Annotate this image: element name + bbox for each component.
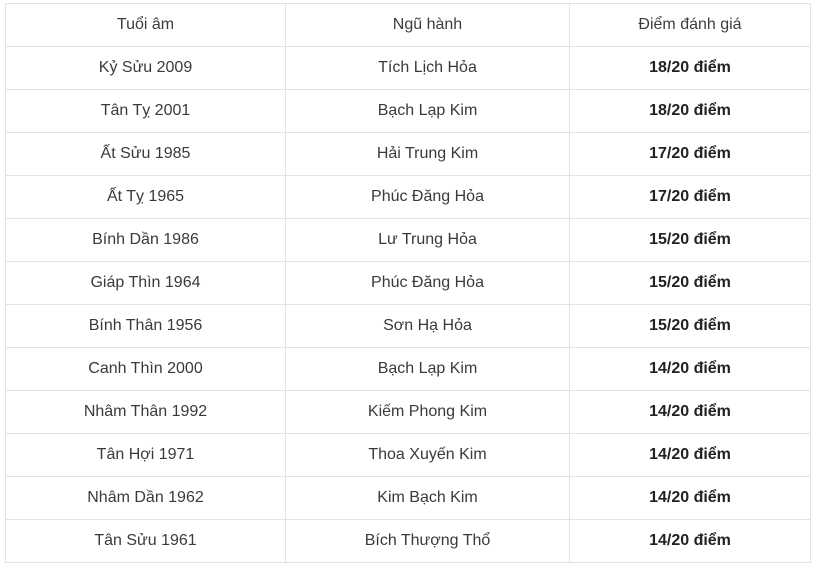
cell-score: 17/20 điểm [569,132,811,176]
cell-score: 15/20 điểm [569,218,811,262]
cell-five-elements: Kiếm Phong Kim [285,390,570,434]
cell-lunar-age: Bính Dần 1986 [5,218,286,262]
cell-lunar-age: Nhâm Dần 1962 [5,476,286,520]
table-body: Kỷ Sửu 2009 Tích Lịch Hỏa 18/20 điểm Tân Tỵ… [5,46,811,563]
cell-score: 15/20 điểm [569,304,811,348]
cell-score: 14/20 điểm [569,476,811,520]
cell-score: 17/20 điểm [569,175,811,219]
header-score: Điểm đánh giá [569,3,811,47]
table-row: Tân Hợi 1971 Thoa Xuyến Kim 14/20 điểm [5,433,811,477]
header-lunar-age: Tuổi âm [5,3,286,47]
cell-lunar-age: Giáp Thìn 1964 [5,261,286,305]
table-row: Kỷ Sửu 2009 Tích Lịch Hỏa 18/20 điểm [5,46,811,90]
cell-lunar-age: Tân Tỵ 2001 [5,89,286,133]
cell-five-elements: Bạch Lạp Kim [285,347,570,391]
cell-lunar-age: Ất Sửu 1985 [5,132,286,176]
cell-five-elements: Tích Lịch Hỏa [285,46,570,90]
table-row: Nhâm Dần 1962 Kim Bạch Kim 14/20 điểm [5,476,811,520]
table-row: Canh Thìn 2000 Bạch Lạp Kim 14/20 điểm [5,347,811,391]
cell-five-elements: Bích Thượng Thổ [285,519,570,563]
cell-five-elements: Phúc Đăng Hỏa [285,261,570,305]
cell-lunar-age: Tân Hợi 1971 [5,433,286,477]
table-container: Tuổi âm Ngũ hành Điểm đánh giá Kỷ Sửu 20… [5,3,811,563]
cell-five-elements: Bạch Lạp Kim [285,89,570,133]
cell-score: 15/20 điểm [569,261,811,305]
cell-score: 18/20 điểm [569,46,811,90]
cell-lunar-age: Bính Thân 1956 [5,304,286,348]
cell-score: 14/20 điểm [569,347,811,391]
cell-five-elements: Sơn Hạ Hỏa [285,304,570,348]
cell-five-elements: Kim Bạch Kim [285,476,570,520]
table-row: Bính Dần 1986 Lư Trung Hỏa 15/20 điểm [5,218,811,262]
cell-five-elements: Thoa Xuyến Kim [285,433,570,477]
cell-score: 18/20 điểm [569,89,811,133]
table-row: Tân Sửu 1961 Bích Thượng Thổ 14/20 điểm [5,519,811,563]
table-row: Ất Tỵ 1965 Phúc Đăng Hỏa 17/20 điểm [5,175,811,219]
table-row: Ất Sửu 1985 Hải Trung Kim 17/20 điểm [5,132,811,176]
table-row: Giáp Thìn 1964 Phúc Đăng Hỏa 15/20 điểm [5,261,811,305]
cell-five-elements: Phúc Đăng Hỏa [285,175,570,219]
cell-score: 14/20 điểm [569,519,811,563]
cell-score: 14/20 điểm [569,390,811,434]
cell-five-elements: Hải Trung Kim [285,132,570,176]
age-element-score-table: Tuổi âm Ngũ hành Điểm đánh giá Kỷ Sửu 20… [5,3,811,563]
table-row: Nhâm Thân 1992 Kiếm Phong Kim 14/20 điểm [5,390,811,434]
header-five-elements: Ngũ hành [285,3,570,47]
table-row: Bính Thân 1956 Sơn Hạ Hỏa 15/20 điểm [5,304,811,348]
cell-lunar-age: Ất Tỵ 1965 [5,175,286,219]
table-row: Tân Tỵ 2001 Bạch Lạp Kim 18/20 điểm [5,89,811,133]
cell-score: 14/20 điểm [569,433,811,477]
cell-lunar-age: Canh Thìn 2000 [5,347,286,391]
cell-lunar-age: Tân Sửu 1961 [5,519,286,563]
cell-five-elements: Lư Trung Hỏa [285,218,570,262]
table-header-row: Tuổi âm Ngũ hành Điểm đánh giá [5,3,811,47]
cell-lunar-age: Kỷ Sửu 2009 [5,46,286,90]
cell-lunar-age: Nhâm Thân 1992 [5,390,286,434]
